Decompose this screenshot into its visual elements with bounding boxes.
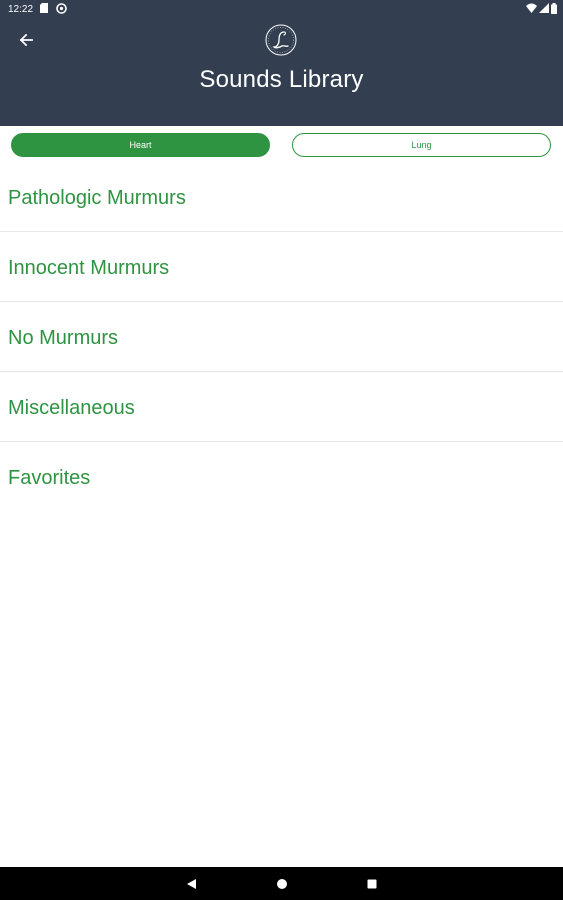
sound-category-list: Pathologic Murmurs Innocent Murmurs No M… bbox=[0, 162, 563, 512]
list-item-pathologic-murmurs[interactable]: Pathologic Murmurs bbox=[0, 162, 563, 232]
home-circle-icon[interactable] bbox=[274, 876, 290, 892]
page-title: Sounds Library bbox=[199, 66, 364, 93]
list-item-innocent-murmurs[interactable]: Innocent Murmurs bbox=[0, 232, 563, 302]
list-item-no-murmurs[interactable]: No Murmurs bbox=[0, 302, 563, 372]
tab-lung[interactable]: Lung bbox=[292, 133, 551, 157]
battery-icon bbox=[551, 3, 557, 14]
list-item-label: Pathologic Murmurs bbox=[8, 187, 186, 209]
list-item-label: No Murmurs bbox=[8, 327, 119, 349]
list-item-miscellaneous[interactable]: Miscellaneous bbox=[0, 372, 563, 442]
status-bar: 12:22 bbox=[0, 0, 563, 20]
sd-card-icon bbox=[40, 3, 48, 13]
list-item-label: Favorites bbox=[8, 467, 91, 489]
littmann-logo-icon bbox=[265, 24, 297, 56]
system-nav-bar bbox=[0, 867, 563, 900]
wifi-icon bbox=[526, 3, 537, 13]
signal-icon bbox=[539, 3, 549, 13]
back-triangle-icon[interactable] bbox=[184, 876, 200, 892]
list-item-label: Miscellaneous bbox=[8, 397, 135, 419]
status-time: 12:22 bbox=[8, 4, 34, 15]
app-header: 12:22 Sounds Library bbox=[0, 0, 563, 126]
tab-heart[interactable]: Heart bbox=[11, 133, 270, 157]
list-item-label: Innocent Murmurs bbox=[8, 257, 170, 279]
list-item-favorites[interactable]: Favorites bbox=[0, 442, 563, 512]
arrow-left-icon bbox=[19, 33, 33, 47]
back-button[interactable] bbox=[12, 28, 40, 52]
recents-square-icon[interactable] bbox=[364, 876, 380, 892]
sync-icon bbox=[56, 3, 67, 14]
